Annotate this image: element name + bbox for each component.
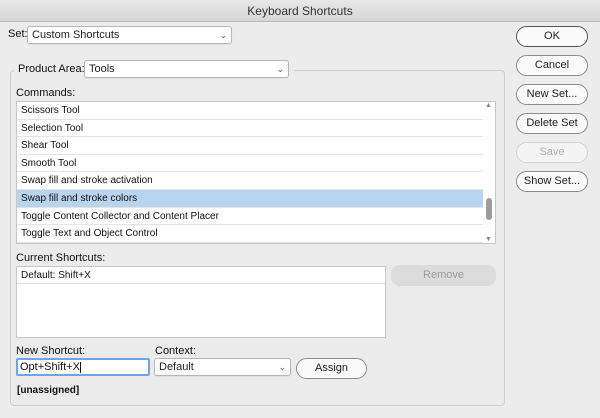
scroll-down-icon[interactable]: ▼ xyxy=(485,236,492,243)
set-select[interactable]: Custom Shortcuts ⌄ xyxy=(27,26,232,44)
current-shortcuts-list[interactable]: Default: Shift+X xyxy=(16,266,386,338)
new-set-button[interactable]: New Set... xyxy=(516,84,588,105)
list-item[interactable]: Smooth Tool xyxy=(17,155,495,173)
list-item[interactable]: Default: Shift+X xyxy=(17,267,385,284)
shortcut-status: [unassigned] xyxy=(17,385,80,396)
context-label: Context: xyxy=(155,345,196,357)
delete-set-button[interactable]: Delete Set xyxy=(516,113,588,134)
window-title: Keyboard Shortcuts xyxy=(0,0,600,22)
save-button[interactable]: Save xyxy=(516,142,588,163)
scroll-thumb[interactable] xyxy=(486,198,492,220)
list-item[interactable]: Swap fill and stroke colors xyxy=(17,189,495,208)
set-value: Custom Shortcuts xyxy=(32,29,120,41)
chevron-down-icon: ⌄ xyxy=(276,64,284,74)
product-area-select[interactable]: Tools ⌄ xyxy=(84,60,289,78)
remove-button[interactable]: Remove xyxy=(391,265,496,286)
list-item[interactable]: Scissors Tool xyxy=(17,102,495,120)
current-shortcuts-label: Current Shortcuts: xyxy=(16,252,106,264)
scroll-up-icon[interactable]: ▲ xyxy=(485,102,492,109)
show-set-button[interactable]: Show Set... xyxy=(516,171,588,192)
ok-button[interactable]: OK xyxy=(516,26,588,47)
list-item[interactable]: Toggle Content Collector and Content Pla… xyxy=(17,208,495,226)
chevron-down-icon: ⌄ xyxy=(219,30,227,40)
context-select[interactable]: Default ⌄ xyxy=(154,358,291,376)
cancel-button[interactable]: Cancel xyxy=(516,55,588,76)
commands-scrollbar[interactable]: ▲ ▼ xyxy=(483,102,495,243)
product-area-label: Product Area: xyxy=(18,63,85,75)
commands-label: Commands: xyxy=(16,87,76,99)
product-area-value: Tools xyxy=(89,63,115,75)
new-shortcut-value: Opt+Shift+X xyxy=(20,361,80,373)
assign-button[interactable]: Assign xyxy=(296,358,367,379)
new-shortcut-input[interactable]: Opt+Shift+X xyxy=(16,358,150,376)
set-label: Set: xyxy=(8,28,28,40)
list-item[interactable]: Swap fill and stroke activation xyxy=(17,172,495,190)
list-item[interactable]: Toggle Text and Object Control xyxy=(17,225,495,243)
commands-list[interactable]: Scissors Tool Selection Tool Shear Tool Smo… xyxy=(16,101,496,244)
list-item[interactable]: Selection Tool xyxy=(17,120,495,138)
chevron-down-icon: ⌄ xyxy=(278,362,286,372)
context-value: Default xyxy=(159,361,194,373)
list-item[interactable]: Shear Tool xyxy=(17,137,495,155)
new-shortcut-label: New Shortcut: xyxy=(16,345,86,357)
